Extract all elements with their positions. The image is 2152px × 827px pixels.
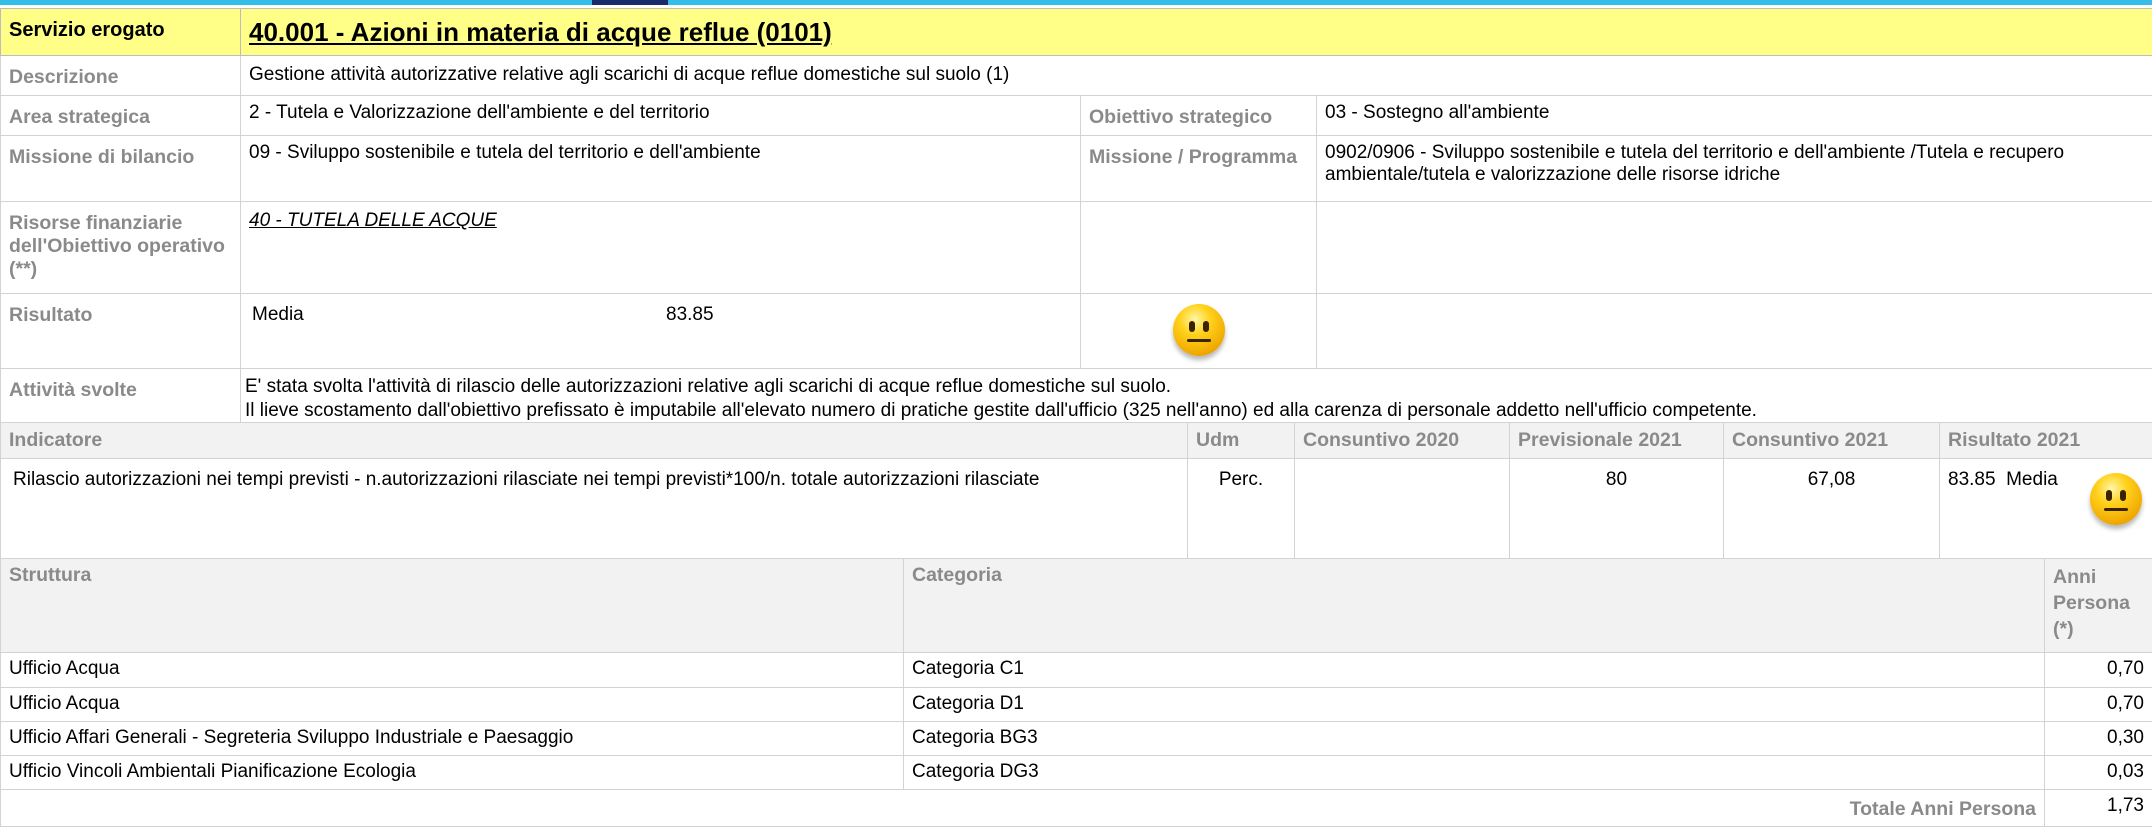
risultato-score: 83.85: [666, 304, 714, 325]
risorse-row: Risorse finanziarie dell'Obiettivo opera…: [0, 201, 2152, 294]
col-header-consuntivo-2020: Consuntivo 2020: [1294, 422, 1510, 459]
obiettivo-strategico-value: 03 - Sostegno all'ambiente: [1316, 95, 2152, 136]
col-header-categoria: Categoria: [903, 558, 2045, 653]
col-header-consuntivo-2021: Consuntivo 2021: [1723, 422, 1940, 459]
area-row: Area strategica 2 - Tutela e Valorizzazi…: [0, 95, 2152, 136]
missione-bilancio-value: 09 - Sviluppo sostenibile e tutela del t…: [240, 135, 1081, 202]
staff-row: Ufficio Acqua Categoria C1 0,70: [0, 652, 2152, 688]
staff-row: Ufficio Affari Generali - Segreteria Svi…: [0, 721, 2152, 756]
indicator-result-rating: Media: [2006, 469, 2058, 490]
risultato-empty-cell: [1316, 293, 2152, 369]
attivita-svolte-label: Attività svolte: [0, 368, 241, 424]
risultato-value-cell: Media 83.85: [240, 293, 1081, 369]
risorse-finanziarie-label: Risorse finanziarie dell'Obiettivo opera…: [0, 201, 241, 294]
descrizione-row: Descrizione Gestione attività autorizzat…: [0, 55, 2152, 96]
indicator-consuntivo-2021: 67,08: [1723, 458, 1940, 559]
staff-table: Struttura Categoria Anni Persona (*) Uff…: [0, 558, 2152, 827]
staff-anni: 0,30: [2044, 721, 2152, 756]
risultato-icon-cell: [1080, 293, 1317, 369]
risorse-empty-cell-2: [1316, 201, 2152, 294]
staff-total-row: Totale Anni Persona 1,73: [0, 789, 2152, 827]
indicator-row: Rilascio autorizzazioni nei tempi previs…: [0, 458, 2152, 559]
service-title-cell: 40.001 - Azioni in materia di acque refl…: [240, 8, 2152, 56]
service-label: Servizio erogato: [0, 8, 241, 56]
col-header-risultato-2021: Risultato 2021: [1939, 422, 2152, 459]
staff-categoria: Categoria DG3: [903, 755, 2045, 790]
risultato-row: Risultato Media 83.85: [0, 293, 2152, 369]
staff-struttura: Ufficio Vincoli Ambientali Pianificazion…: [0, 755, 904, 790]
indicator-risultato-2021: 83.85 Media: [1939, 458, 2152, 559]
staff-struttura: Ufficio Acqua: [0, 687, 904, 722]
staff-total-label: Totale Anni Persona: [0, 789, 2045, 827]
staff-anni: 0,70: [2044, 652, 2152, 688]
top-tab-marker: [592, 0, 668, 5]
descrizione-label: Descrizione: [0, 55, 241, 96]
staff-categoria: Categoria BG3: [903, 721, 2045, 756]
col-header-anni-persona: Anni Persona (*): [2044, 558, 2152, 653]
indicator-previsionale-2021: 80: [1509, 458, 1724, 559]
service-header-row: Servizio erogato 40.001 - Azioni in mate…: [0, 8, 2152, 56]
indicators-table: Indicatore Udm Consuntivo 2020 Prevision…: [0, 422, 2152, 559]
attivita-svolte-value: E' stata svolta l'attività di rilascio d…: [240, 368, 2152, 424]
risultato-rating: Media: [252, 304, 304, 325]
neutral-face-icon: [1172, 304, 1225, 356]
neutral-face-icon: [2090, 473, 2142, 525]
indicator-result-score: 83.85: [1948, 469, 1996, 490]
staff-struttura: Ufficio Acqua: [0, 652, 904, 688]
area-strategica-label: Area strategica: [0, 95, 241, 136]
descrizione-value: Gestione attività autorizzative relative…: [240, 55, 2152, 96]
col-header-previsionale-2021: Previsionale 2021: [1509, 422, 1724, 459]
attivita-line-2: Il lieve scostamento dall'obiettivo pref…: [245, 400, 1757, 421]
staff-categoria: Categoria D1: [903, 687, 2045, 722]
area-strategica-value: 2 - Tutela e Valorizzazione dell'ambient…: [240, 95, 1081, 136]
staff-header-row: Struttura Categoria Anni Persona (*): [0, 558, 2152, 653]
attivita-row: Attività svolte E' stata svolta l'attivi…: [0, 368, 2152, 424]
staff-row: Ufficio Acqua Categoria D1 0,70: [0, 687, 2152, 722]
indicators-header-row: Indicatore Udm Consuntivo 2020 Prevision…: [0, 422, 2152, 459]
staff-struttura: Ufficio Affari Generali - Segreteria Svi…: [0, 721, 904, 756]
staff-anni: 0,70: [2044, 687, 2152, 722]
col-header-udm: Udm: [1187, 422, 1295, 459]
service-detail-table: Servizio erogato 40.001 - Azioni in mate…: [0, 8, 2152, 424]
obiettivo-strategico-label: Obiettivo strategico: [1080, 95, 1317, 136]
attivita-line-1: E' stata svolta l'attività di rilascio d…: [245, 376, 1172, 397]
risorse-finanziarie-link[interactable]: 40 - TUTELA DELLE ACQUE: [249, 210, 497, 231]
col-header-struttura: Struttura: [0, 558, 904, 653]
col-header-indicatore: Indicatore: [0, 422, 1188, 459]
risorse-empty-cell: [1080, 201, 1317, 294]
staff-categoria: Categoria C1: [903, 652, 2045, 688]
missione-programma-label: Missione / Programma: [1080, 135, 1317, 202]
indicator-udm: Perc.: [1187, 458, 1295, 559]
staff-row: Ufficio Vincoli Ambientali Pianificazion…: [0, 755, 2152, 790]
missione-row: Missione di bilancio 09 - Sviluppo soste…: [0, 135, 2152, 202]
staff-total-value: 1,73: [2044, 789, 2152, 827]
staff-anni: 0,03: [2044, 755, 2152, 790]
risorse-finanziarie-cell: 40 - TUTELA DELLE ACQUE: [240, 201, 1081, 294]
risultato-label: Risultato: [0, 293, 241, 369]
service-title-link[interactable]: 40.001 - Azioni in materia di acque refl…: [249, 17, 832, 47]
missione-bilancio-label: Missione di bilancio: [0, 135, 241, 202]
indicator-description: Rilascio autorizzazioni nei tempi previs…: [0, 458, 1188, 559]
top-accent-bar: [0, 0, 2152, 5]
indicator-consuntivo-2020: [1294, 458, 1510, 559]
missione-programma-value: 0902/0906 - Sviluppo sostenibile e tutel…: [1316, 135, 2152, 202]
